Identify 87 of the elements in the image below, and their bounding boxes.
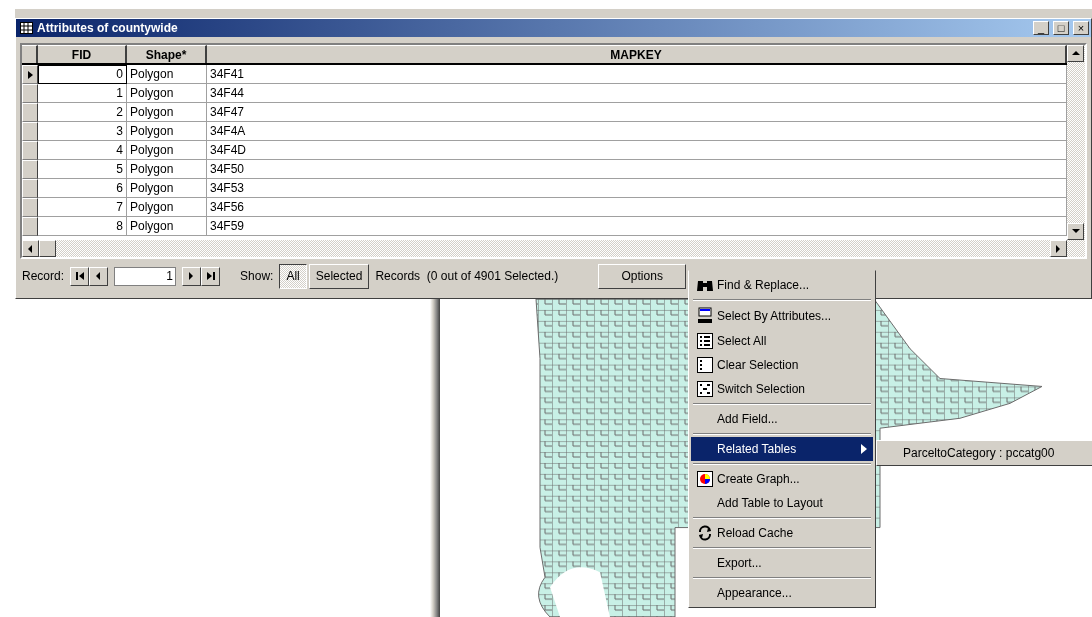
table-cell: 5 [38, 160, 127, 179]
table-cell: Polygon [127, 160, 207, 179]
table-cell: Polygon [127, 84, 207, 103]
table-cell: 34F50 [207, 160, 1067, 179]
show-toggle[interactable]: Selected [308, 263, 370, 289]
row-selector[interactable] [22, 217, 38, 236]
column-header[interactable]: Shape* [127, 45, 207, 63]
scroll-left-button[interactable] [22, 240, 39, 257]
menu-item[interactable]: Create Graph... [691, 467, 873, 491]
list-icon [697, 333, 713, 349]
table-cell: 34F4D [207, 141, 1067, 160]
close-button[interactable]: × [1073, 21, 1089, 35]
table-cell: Polygon [127, 141, 207, 160]
table-cell: 4 [38, 141, 127, 160]
row-selector[interactable] [22, 141, 38, 160]
current-row-icon [27, 70, 33, 79]
table-cell: 34F59 [207, 217, 1067, 236]
menu-item[interactable]: Export... [691, 551, 873, 575]
row-selector[interactable] [22, 160, 38, 179]
column-header[interactable]: FID [38, 45, 127, 63]
table-cell: 1 [38, 84, 127, 103]
scroll-right-button[interactable] [1050, 240, 1067, 257]
pie-chart-icon [697, 471, 713, 487]
menu-item[interactable]: Clear Selection [691, 353, 873, 377]
table-cell: Polygon [127, 217, 207, 236]
table-cell: 7 [38, 198, 127, 217]
row-selector[interactable] [22, 65, 38, 84]
empty-list-icon [697, 357, 713, 373]
binoculars-icon [696, 278, 714, 292]
last-record-button[interactable] [201, 266, 221, 286]
menu-item[interactable]: Find & Replace... [691, 273, 873, 297]
scroll-thumb[interactable] [39, 240, 56, 257]
refresh-icon [697, 525, 713, 541]
record-field[interactable]: 1 [114, 266, 177, 286]
table-cell: Polygon [127, 179, 207, 198]
table-cell: 34F47 [207, 103, 1067, 122]
menu-item[interactable]: ParceltoCategory : pccatg00 [879, 443, 1092, 463]
table-cell: 34F53 [207, 179, 1067, 198]
next-record-button[interactable] [182, 266, 202, 286]
swap-icon [697, 381, 713, 397]
row-selector[interactable] [22, 103, 38, 122]
table-cell: Polygon [127, 65, 207, 84]
table-icon [20, 22, 33, 34]
last-icon [205, 271, 216, 281]
menu-item[interactable]: Select All [691, 329, 873, 353]
table-cell: 0 [38, 65, 127, 84]
sql-icon [697, 307, 713, 325]
table-cell: 34F4A [207, 122, 1067, 141]
scroll-down-button[interactable] [1067, 223, 1084, 240]
table-cell: 34F41 [207, 65, 1067, 84]
menu-item[interactable]: Related Tables [691, 437, 873, 461]
table-cell: 3 [38, 122, 127, 141]
table-cell: Polygon [127, 122, 207, 141]
table-cell: 34F44 [207, 84, 1067, 103]
options-button[interactable]: Options [598, 263, 687, 289]
scroll-up-button[interactable] [1067, 45, 1084, 62]
record-label: Record: [22, 269, 65, 283]
menu-item[interactable]: Add Field... [691, 407, 873, 431]
table-cell: 2 [38, 103, 127, 122]
previous-record-button[interactable] [89, 266, 109, 286]
menu-item[interactable]: Reload Cache [691, 521, 873, 545]
vertical-scrollbar[interactable] [1067, 45, 1085, 240]
maximize-button[interactable]: □ [1053, 21, 1069, 35]
table-cell: 8 [38, 217, 127, 236]
show-toggle[interactable]: All [279, 263, 307, 289]
records-status: Records (0 out of 4901 Selected.) [375, 269, 559, 283]
row-selector[interactable] [22, 122, 38, 141]
first-icon [74, 271, 85, 281]
minimize-button[interactable]: _ [1033, 21, 1049, 35]
row-selector[interactable] [22, 179, 38, 198]
table-cell: Polygon [127, 103, 207, 122]
menu-item[interactable]: Switch Selection [691, 377, 873, 401]
menu-item[interactable]: Select By Attributes... [691, 303, 873, 329]
row-selector[interactable] [22, 198, 38, 217]
table-cell: Polygon [127, 198, 207, 217]
menu-item[interactable]: Add Table to Layout [691, 491, 873, 515]
pane-splitter[interactable] [430, 299, 440, 617]
table-cell: 34F56 [207, 198, 1067, 217]
menu-item[interactable]: Appearance... [691, 581, 873, 605]
first-record-button[interactable] [70, 266, 90, 286]
table-cell: 6 [38, 179, 127, 198]
show-label: Show: [240, 269, 274, 283]
corner-header [22, 45, 38, 63]
row-selector[interactable] [22, 84, 38, 103]
horizontal-scrollbar[interactable] [22, 240, 1085, 257]
window-title: Attributes of countywide [37, 21, 179, 35]
column-header[interactable]: MAPKEY [207, 45, 1067, 63]
